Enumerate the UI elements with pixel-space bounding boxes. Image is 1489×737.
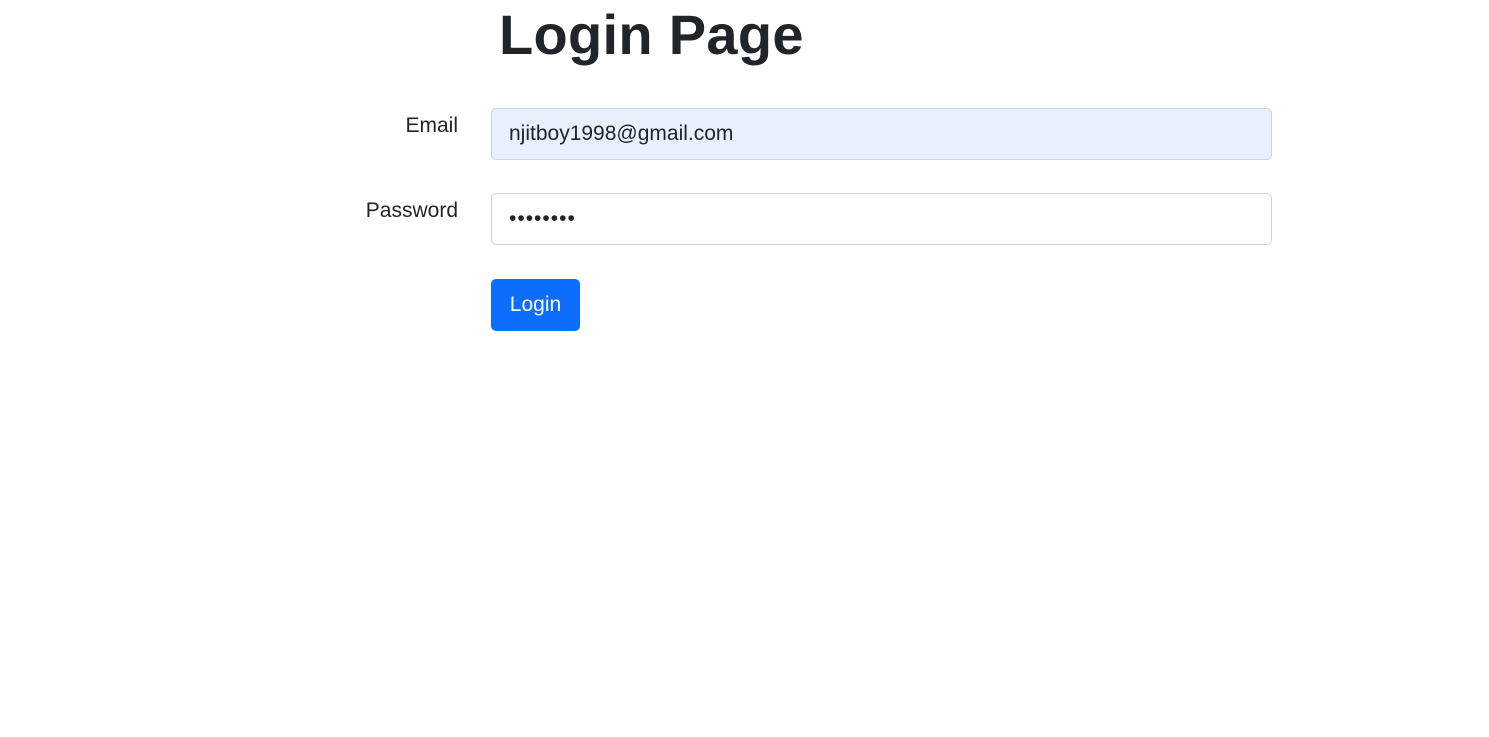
password-label: Password xyxy=(365,199,458,222)
email-field[interactable] xyxy=(491,108,1272,160)
login-button[interactable]: Login xyxy=(491,279,580,331)
password-field[interactable] xyxy=(491,193,1272,245)
page-title: Login Page xyxy=(499,3,804,66)
login-page: Login Page Email Password Login xyxy=(0,0,1489,737)
email-label: Email xyxy=(405,114,458,137)
